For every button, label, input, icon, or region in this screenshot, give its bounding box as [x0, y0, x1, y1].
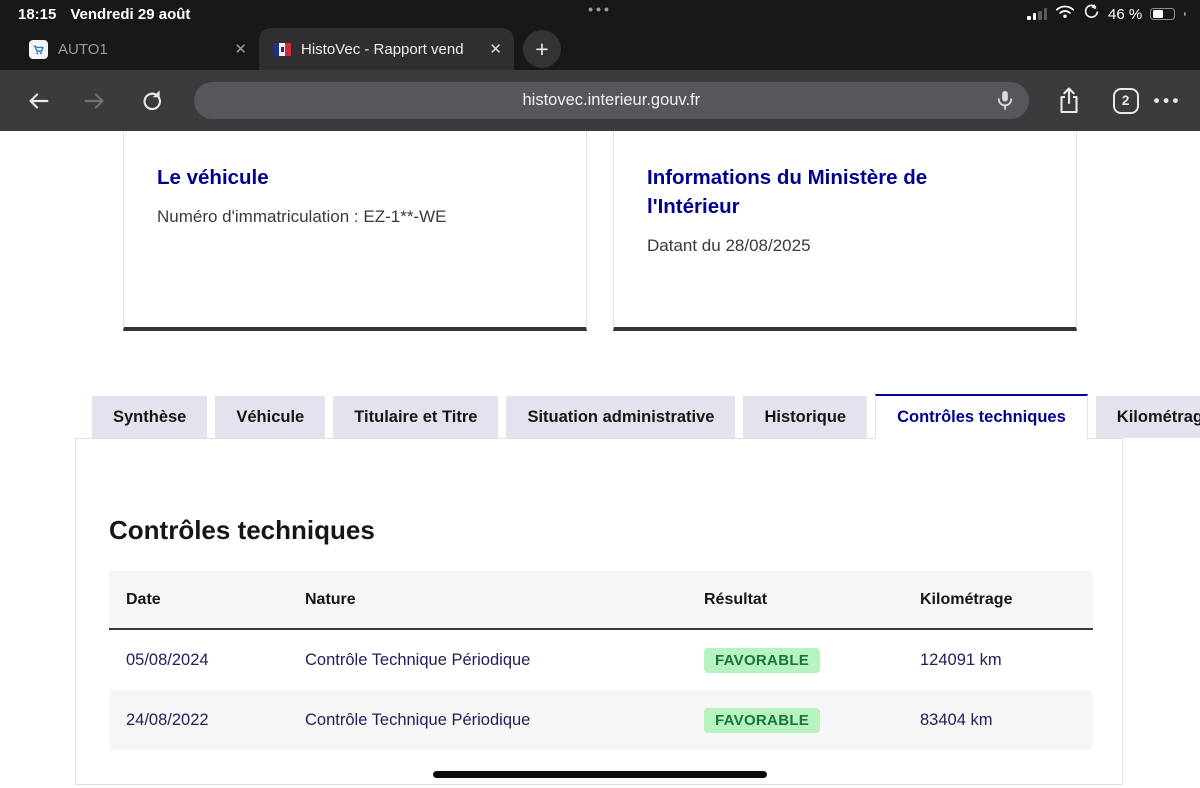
- french-flag-favicon: [273, 43, 291, 56]
- cell-nature: Contrôle Technique Périodique: [288, 711, 687, 730]
- wifi-icon: [1055, 4, 1075, 24]
- multitask-indicator-icon: •••: [588, 1, 612, 17]
- tab-count: 2: [1113, 88, 1139, 114]
- browser-tab-title: HistoVec - Rapport vend: [301, 41, 479, 58]
- cell-nature: Contrôle Technique Périodique: [288, 651, 687, 670]
- vehicle-card: Le véhicule Numéro d'immatriculation : E…: [123, 131, 587, 331]
- voice-search-icon[interactable]: [993, 88, 1017, 115]
- share-icon[interactable]: [1049, 81, 1089, 121]
- card-body: Datant du 28/08/2025: [647, 236, 1046, 256]
- page-tab-historique[interactable]: Historique: [743, 396, 867, 438]
- page-tab-kilometrage[interactable]: Kilométrage: [1096, 396, 1200, 438]
- cell-date: 05/08/2024: [109, 651, 288, 670]
- table-row: 05/08/2024Contrôle Technique Périodique F…: [109, 630, 1093, 690]
- new-tab-button[interactable]: +: [523, 30, 561, 68]
- ipad-screen: 18:15 Vendredi 29 août ••• 46 % AUTO1 ✕: [0, 0, 1200, 788]
- ministry-card: Informations du Ministère de l'Intérieur…: [613, 131, 1077, 331]
- cell-resultat: FAVORABLE: [687, 708, 903, 733]
- cell-resultat: FAVORABLE: [687, 648, 903, 673]
- page-tabs: SynthèseVéhiculeTitulaire et TitreSituat…: [92, 394, 1200, 438]
- card-title: Informations du Ministère de l'Intérieur: [647, 163, 977, 221]
- col-header-kilometrage: Kilométrage: [903, 591, 1093, 609]
- page-tab-vehicule[interactable]: Véhicule: [215, 396, 325, 438]
- reload-button[interactable]: [132, 81, 172, 121]
- forward-button[interactable]: [75, 81, 115, 121]
- page-tab-titulaire-et-titre[interactable]: Titulaire et Titre: [333, 396, 498, 438]
- section-title: Contrôles techniques: [109, 515, 1122, 546]
- controls-table: DateNatureRésultatKilométrage 05/08/2024…: [109, 571, 1093, 750]
- tab-panel: Contrôles techniques DateNatureRésultatK…: [75, 438, 1123, 785]
- page-tab-situation-administrative[interactable]: Situation administrative: [506, 396, 735, 438]
- ct-table-body: 05/08/2024Contrôle Technique PériodiqueF…: [109, 630, 1093, 750]
- overflow-menu-icon[interactable]: •••: [1146, 91, 1182, 111]
- auto1-favicon: [29, 40, 48, 59]
- status-badge: FAVORABLE: [704, 708, 820, 733]
- card-title: Le véhicule: [157, 163, 556, 192]
- url-text: histovec.interieur.gouv.fr: [523, 91, 701, 110]
- col-header-date: Date: [109, 591, 288, 609]
- clock: 18:15: [18, 6, 56, 23]
- status-bar: 18:15 Vendredi 29 août ••• 46 %: [0, 0, 1200, 28]
- card-body: Numéro d'immatriculation : EZ-1**-WE: [157, 207, 556, 227]
- orientation-lock-icon: [1083, 3, 1100, 25]
- web-page: Le véhicule Numéro d'immatriculation : E…: [0, 131, 1200, 788]
- cell-kilometrage: 124091 km: [903, 651, 1093, 670]
- close-tab-icon[interactable]: ✕: [489, 40, 502, 58]
- tab-switcher-button[interactable]: 2: [1106, 81, 1146, 121]
- table-header-row: DateNatureRésultatKilométrage: [109, 571, 1093, 630]
- page-tab-synthese[interactable]: Synthèse: [92, 396, 207, 438]
- browser-tab-histovec[interactable]: HistoVec - Rapport vend ✕: [259, 28, 514, 70]
- cellular-signal-icon: [1027, 8, 1047, 20]
- browser-toolbar: histovec.interieur.gouv.fr 2 •••: [0, 70, 1200, 131]
- browser-tab-title: AUTO1: [58, 41, 224, 58]
- close-tab-icon[interactable]: ✕: [234, 40, 247, 58]
- date-label: Vendredi 29 août: [70, 6, 190, 23]
- page-tab-controles-techniques[interactable]: Contrôles techniques: [875, 394, 1088, 439]
- cell-date: 24/08/2022: [109, 711, 288, 730]
- status-badge: FAVORABLE: [704, 648, 820, 673]
- battery-nub: [1184, 12, 1186, 17]
- cell-kilometrage: 83404 km: [903, 711, 1093, 730]
- battery-icon: [1150, 8, 1175, 21]
- battery-percent: 46 %: [1108, 6, 1142, 23]
- browser-tab-strip: AUTO1 ✕ HistoVec - Rapport vend ✕ +: [0, 28, 1200, 70]
- home-indicator[interactable]: [433, 771, 767, 778]
- col-header-resultat: Résultat: [687, 591, 903, 609]
- col-header-nature: Nature: [288, 591, 687, 609]
- table-row: 24/08/2022Contrôle Technique Périodique F…: [109, 690, 1093, 750]
- url-bar[interactable]: histovec.interieur.gouv.fr: [194, 82, 1029, 119]
- browser-tab-auto1[interactable]: AUTO1 ✕: [15, 28, 259, 70]
- back-button[interactable]: [18, 81, 58, 121]
